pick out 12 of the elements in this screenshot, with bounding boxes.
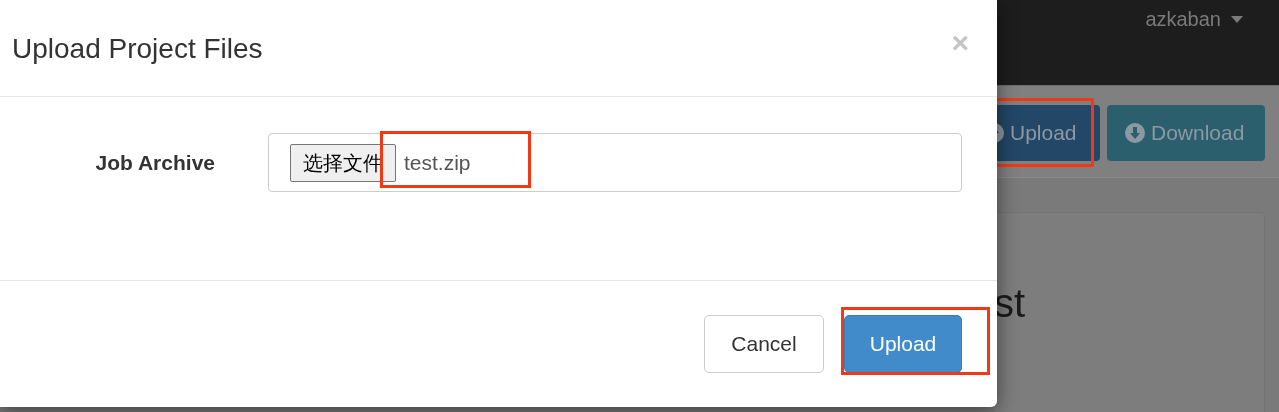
field-label: Job Archive <box>94 150 215 176</box>
download-icon <box>1125 122 1145 143</box>
panel-title: st <box>994 283 1027 323</box>
file-name: test.zip <box>404 149 471 176</box>
file-input[interactable]: 选择文件 test.zip <box>268 133 962 192</box>
cancel-button[interactable]: Cancel <box>704 315 824 373</box>
upload-button[interactable]: Upload <box>844 315 962 373</box>
user-menu[interactable]: azkaban <box>1145 4 1221 34</box>
caret-icon <box>1231 16 1243 23</box>
choose-file-button[interactable]: 选择文件 <box>290 143 396 182</box>
modal-title: Upload Project Files <box>12 32 263 66</box>
toolbar-button[interactable]: Download <box>1107 104 1265 161</box>
